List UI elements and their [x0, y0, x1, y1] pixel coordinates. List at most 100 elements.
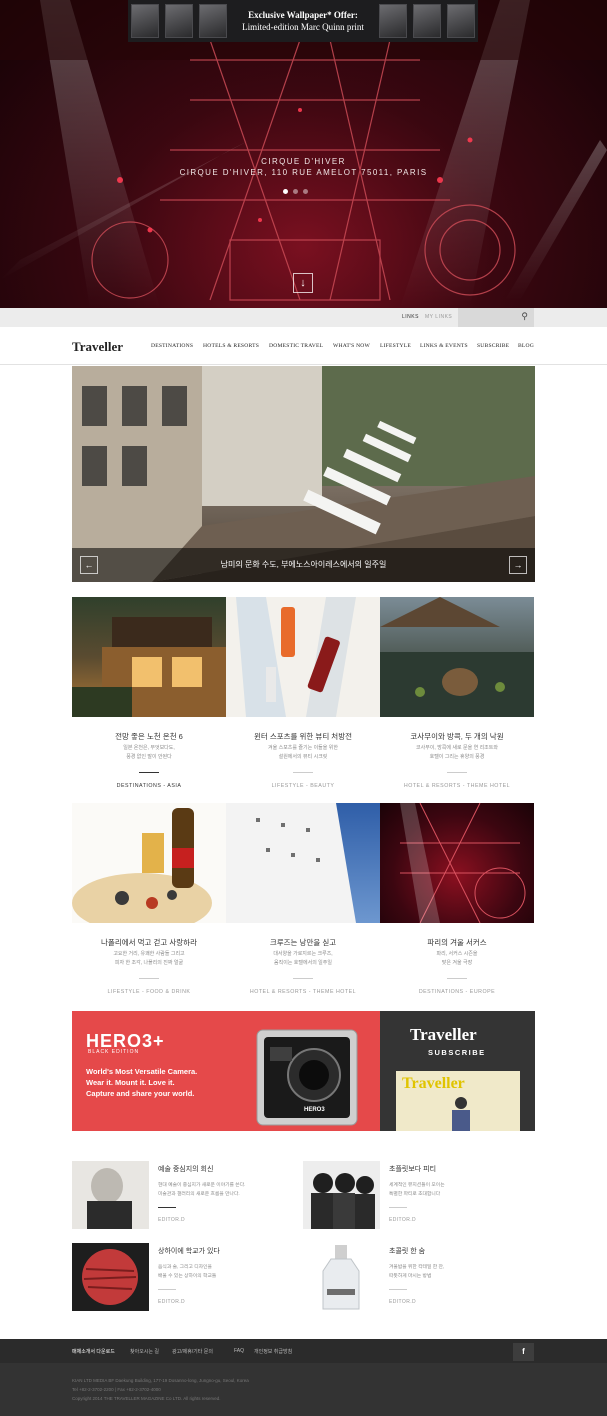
footer-link-directions[interactable]: 찾아오시는 길: [130, 1348, 159, 1355]
list-item[interactable]: 예술 중심지의 회신 현대 예술이 중심지가 새로운 이야기를 쓴다. 미술관과…: [72, 1161, 302, 1229]
article-card[interactable]: 윈터 스포츠를 위한 뷰티 처방전 겨울 스포츠를 즐기는 이들을 위한 설원에…: [226, 597, 380, 797]
glass-icon: [447, 4, 475, 38]
slide-dot[interactable]: [283, 189, 288, 194]
list-description: 음식과 술, 그리고 디자인을 배울 수 있는 상하이의 학교들: [158, 1265, 217, 1279]
footer-phone: Tel +82-2-3702-2200 | Fax +82-2-3702-400…: [72, 1387, 161, 1392]
links-link[interactable]: LINKS: [402, 314, 419, 320]
article-card[interactable]: 파리의 겨울 서커스 파리, 서커스 시즌을 맞은 겨울 극장 DESTINAT…: [380, 803, 534, 1003]
feature-slider[interactable]: 남미의 문화 수도, 부에노스아이레스에서의 일주일: [72, 366, 535, 582]
nav-lifestyle[interactable]: LIFESTYLE: [380, 343, 411, 349]
feature-caption[interactable]: 남미의 문화 수도, 부에노스아이레스에서의 일주일: [72, 548, 535, 582]
list-item[interactable]: 상하이에 학교가 있다 음식과 술, 그리고 디자인을 배울 수 있는 상하이의…: [72, 1243, 302, 1311]
list-editor[interactable]: EDITOR.D: [389, 1299, 416, 1305]
card-divider: [447, 772, 467, 773]
card-category[interactable]: LIFESTYLE - FOOD & DRINK: [72, 989, 226, 995]
list-item[interactable]: 초플릿보다 피티 세계적인 뮤지션들이 모이는 특별한 파티로 초대합니다 ED…: [303, 1161, 533, 1229]
search-icon[interactable]: ⚲: [521, 311, 528, 322]
footer-link-contact[interactable]: 광고/제휴/기타 문의: [172, 1348, 213, 1355]
list-title[interactable]: 초콜릿 한 숨: [389, 1246, 425, 1256]
nav-subscribe[interactable]: SUBSCRIBE: [477, 343, 509, 349]
card-category[interactable]: LIFESTYLE - BEAUTY: [226, 783, 380, 789]
list-divider: [389, 1289, 407, 1290]
card-image: [72, 803, 226, 923]
arrow-down-icon: ↓: [300, 277, 306, 289]
glass-icon: [413, 4, 441, 38]
card-description: 파리, 서커스 시즌을 맞은 겨울 극장: [436, 951, 478, 966]
wallpaper-promo[interactable]: Exclusive Wallpaper* Offer: Limited-edit…: [128, 0, 478, 42]
slide-dots: [283, 189, 308, 194]
facebook-button[interactable]: f: [513, 1343, 534, 1361]
my-links-link[interactable]: MY LINKS: [425, 314, 452, 320]
article-card[interactable]: 나폴리에서 먹고 걷고 사랑하라 고요한 거리, 유쾌한 사람들 그리고 피자 …: [72, 803, 226, 1003]
utility-bar: LINKS MY LINKS ⚲: [0, 308, 607, 327]
card-category[interactable]: DESTINATIONS - EUROPE: [380, 989, 534, 995]
list-title[interactable]: 예술 중심지의 회신: [158, 1164, 213, 1174]
nav-whats-now[interactable]: WHAT'S NOW: [333, 343, 370, 349]
glass-icon: [131, 4, 159, 38]
list-item[interactable]: 초콜릿 한 숨 겨울밤을 위한 칵테일 한 잔, 따뜻하게 마시는 방법 EDI…: [303, 1243, 533, 1311]
card-title[interactable]: 전망 좋은 노천 온천 6: [72, 731, 226, 742]
card-divider: [139, 772, 159, 773]
glass-icon: [379, 4, 407, 38]
footer-link-faq[interactable]: FAQ: [234, 1348, 244, 1354]
hero-caption-address: CIRQUE D'HIVER, 110 RUE AMELOT 75011, PA…: [179, 168, 428, 177]
card-description: 일본 온천은, 무엇보다도, 풍경 없인 말이 안된다: [123, 745, 175, 760]
ad-headline: World's Most Versatile Camera. Wear it. …: [86, 1067, 198, 1098]
subscribe-logo: Traveller: [410, 1025, 477, 1044]
list-thumbnail: [72, 1161, 149, 1229]
card-category[interactable]: HOTEL & RESORTS - THEME HOTEL: [380, 783, 534, 789]
list-editor[interactable]: EDITOR.D: [158, 1217, 185, 1223]
page: Exclusive Wallpaper* Offer: Limited-edit…: [0, 0, 607, 1416]
list-divider: [158, 1207, 176, 1208]
search-box[interactable]: ⚲: [458, 308, 534, 327]
card-divider: [447, 978, 467, 979]
prev-slide-button[interactable]: ←: [80, 556, 98, 574]
next-slide-button[interactable]: →: [509, 556, 527, 574]
footer-link-media-kit[interactable]: 매체소개서 다운로드: [72, 1348, 115, 1355]
article-card[interactable]: 코사무이와 방콕, 두 개의 낙원 코사무이, 방콕에 새로 문을 연 리조트와…: [380, 597, 534, 797]
list-editor[interactable]: EDITOR.D: [389, 1217, 416, 1223]
main-navigation: Traveller DESTINATIONS HOTELS & RESORTS …: [0, 327, 607, 365]
slide-dot[interactable]: [293, 189, 298, 194]
card-title[interactable]: 코사무이와 방콕, 두 개의 낙원: [380, 731, 534, 742]
list-description: 겨울밤을 위한 칵테일 한 잔, 따뜻하게 마시는 방법: [389, 1265, 445, 1279]
list-description: 세계적인 뮤지션들이 모이는 특별한 파티로 초대합니다: [389, 1183, 445, 1197]
nav-hotels-resorts[interactable]: HOTELS & RESORTS: [203, 343, 259, 349]
list-title[interactable]: 상하이에 학교가 있다: [158, 1246, 220, 1256]
card-image: [226, 803, 380, 923]
scroll-down-button[interactable]: ↓: [293, 273, 313, 293]
subscribe-ad[interactable]: Traveller SUBSCRIBE Traveller: [380, 1011, 535, 1131]
slide-dot[interactable]: [303, 189, 308, 194]
article-card[interactable]: 전망 좋은 노천 온천 6 일본 온천은, 무엇보다도, 풍경 없인 말이 안된…: [72, 597, 226, 797]
footer-info: KIAN LTD MEDIA BF Daekung Building, 177-…: [0, 1363, 607, 1416]
nav-domestic-travel[interactable]: DOMESTIC TRAVEL: [269, 343, 323, 349]
card-divider: [139, 978, 159, 979]
hero-banner[interactable]: Exclusive Wallpaper* Offer: Limited-edit…: [0, 0, 607, 308]
card-title[interactable]: 파리의 겨울 서커스: [380, 937, 534, 948]
list-thumbnail: [303, 1161, 380, 1229]
nav-blog[interactable]: BLOG: [518, 343, 534, 349]
list-title[interactable]: 초플릿보다 피티: [389, 1164, 436, 1174]
card-category[interactable]: DESTINATIONS - ASIA: [72, 783, 226, 789]
list-thumbnail: [303, 1243, 380, 1311]
card-category[interactable]: HOTEL & RESORTS - THEME HOTEL: [226, 989, 380, 995]
site-logo[interactable]: Traveller: [72, 339, 123, 355]
article-card[interactable]: 크루즈는 낭만을 싣고 대서양을 가로지르는 크루즈, 움직이는 호텔에서의 일…: [226, 803, 380, 1003]
footer-link-privacy[interactable]: 개인정보 취급방침: [254, 1348, 292, 1355]
nav-links-events[interactable]: LINKS & EVENTS: [420, 343, 468, 349]
card-title[interactable]: 크루즈는 낭만을 싣고: [226, 937, 380, 948]
card-title[interactable]: 윈터 스포츠를 위한 뷰티 처방전: [226, 731, 380, 742]
magazine-title: Traveller: [402, 1075, 465, 1092]
card-description: 고요한 거리, 유쾌한 사람들 그리고 피자 한 조각, 나폴리의 진짜 얼굴: [113, 951, 185, 966]
card-image: [72, 597, 226, 717]
nav-destinations[interactable]: DESTINATIONS: [151, 343, 193, 349]
camera-image: [256, 1029, 358, 1126]
card-image: [380, 597, 534, 717]
gopro-ad[interactable]: HERO3+ BLACK EDITION World's Most Versat…: [72, 1011, 380, 1131]
ad-edition: BLACK EDITION: [88, 1049, 140, 1055]
hero-image: [0, 0, 607, 308]
list-editor[interactable]: EDITOR.D: [158, 1299, 185, 1305]
card-title[interactable]: 나폴리에서 먹고 걷고 사랑하라: [72, 937, 226, 948]
footer-address: KIAN LTD MEDIA BF Daekung Building, 177-…: [72, 1378, 249, 1383]
hero-caption-title: CIRQUE D'HIVER: [261, 157, 346, 166]
